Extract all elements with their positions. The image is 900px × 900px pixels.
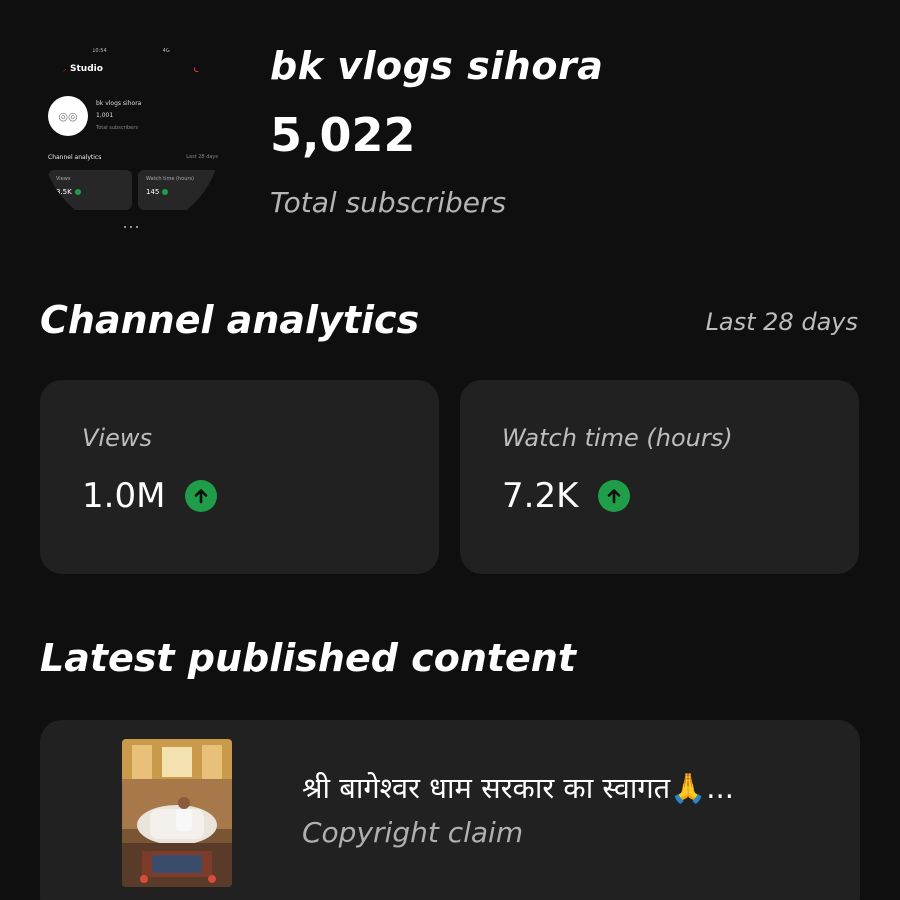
latest-video-card[interactable]: श्री बागेश्वर धाम सरकार का स्वागत🙏... Co… [40,720,860,900]
views-value: 1.0M [82,476,166,516]
views-card[interactable]: Views 1.0M [40,380,439,574]
watch-time-label: Watch time (hours) [502,424,733,452]
avatar-screenshot-preview: 10:54 4G Studio ◎◎ bk vlogs sihora 1,001 … [40,40,222,230]
subscriber-label: Total subscribers [270,186,507,219]
watch-time-value: 7.2K [502,476,579,516]
play-logo-icon [59,64,67,74]
watch-time-card[interactable]: Watch time (hours) 7.2K [460,380,859,574]
mini-up-icon [162,189,169,195]
studio-logo: Studio [58,64,103,74]
channel-avatar[interactable]: 10:54 4G Studio ◎◎ bk vlogs sihora 1,001 … [40,40,222,230]
analytics-period: Last 28 days [705,308,858,336]
channel-name: bk vlogs sihora [270,44,604,88]
mini-avatar-icon: ◎◎ [48,96,88,136]
video-thumbnail[interactable] [122,739,232,887]
arrow-up-icon [598,480,631,512]
analytics-title: Channel analytics [40,298,420,342]
subscriber-count: 5,022 [270,108,416,162]
video-title[interactable]: श्री बागेश्वर धाम सरकार का स्वागत🙏... [302,768,734,807]
arrow-up-icon [185,480,218,512]
mini-up-icon [74,189,81,195]
notification-icon [194,66,200,72]
views-label: Views [82,424,152,452]
latest-content-title: Latest published content [40,636,577,680]
copyright-status: Copyright claim [302,816,524,849]
